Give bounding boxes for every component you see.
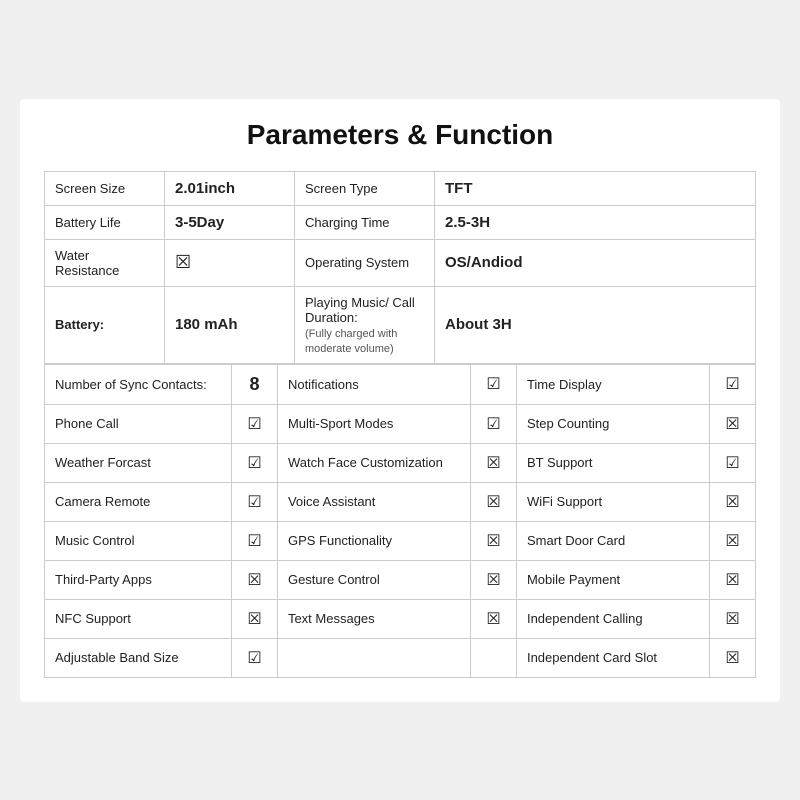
spec-value-1: 3-5Day [165, 205, 295, 239]
feature-icon-col2-1: ☑ [471, 404, 517, 443]
feature-name-col2-0: Notifications [277, 364, 470, 404]
feature-icon-col3-0: ☑ [710, 364, 756, 404]
feature-name-col1-4: Music Control [45, 521, 232, 560]
feature-icon-col2-6: ☒ [471, 599, 517, 638]
feature-name-col3-4: Smart Door Card [516, 521, 709, 560]
spec-label2-3: Playing Music/ Call Duration:(Fully char… [295, 286, 435, 363]
spec-value-3: 180 mAh [165, 286, 295, 363]
feature-icon-col3-2: ☑ [710, 443, 756, 482]
feature-name-col3-2: BT Support [516, 443, 709, 482]
spec-value-2: ☒ [165, 239, 295, 286]
feature-icon-col1-2: ☑ [232, 443, 278, 482]
spec-value2-2: OS/Andiod [435, 239, 756, 286]
feature-name-col3-5: Mobile Payment [516, 560, 709, 599]
feature-name-col3-6: Independent Calling [516, 599, 709, 638]
feature-name-col3-0: Time Display [516, 364, 709, 404]
feature-icon-col2-3: ☒ [471, 482, 517, 521]
features-table: Number of Sync Contacts:8Notifications☑T… [44, 364, 756, 678]
feature-icon-col1-6: ☒ [232, 599, 278, 638]
page-title: Parameters & Function [44, 119, 756, 151]
feature-icon-col3-6: ☒ [710, 599, 756, 638]
feature-name-col1-3: Camera Remote [45, 482, 232, 521]
feature-icon-col1-5: ☒ [232, 560, 278, 599]
feature-icon-col3-4: ☒ [710, 521, 756, 560]
feature-icon-col3-5: ☒ [710, 560, 756, 599]
feature-name-col2-3: Voice Assistant [277, 482, 470, 521]
specs-table: Screen Size2.01inchScreen TypeTFT Battery… [44, 171, 756, 364]
feature-icon-col1-1: ☑ [232, 404, 278, 443]
feature-name-col3-1: Step Counting [516, 404, 709, 443]
spec-label2-2: Operating System [295, 239, 435, 286]
parameters-card: Parameters & Function Screen Size2.01inc… [20, 99, 780, 702]
spec-label2-1: Charging Time [295, 205, 435, 239]
feature-name-col2-1: Multi-Sport Modes [277, 404, 470, 443]
spec-label2-0: Screen Type [295, 171, 435, 205]
feature-icon-col2-0: ☑ [471, 364, 517, 404]
spec-value2-0: TFT [435, 171, 756, 205]
feature-name-col3-7: Independent Card Slot [516, 638, 709, 677]
feature-icon-col3-1: ☒ [710, 404, 756, 443]
spec-label-2: Water Resistance [45, 239, 165, 286]
feature-name-col1-2: Weather Forcast [45, 443, 232, 482]
spec-value-0: 2.01inch [165, 171, 295, 205]
feature-name-col1-7: Adjustable Band Size [45, 638, 232, 677]
spec-label-3: Battery: [45, 286, 165, 363]
feature-icon-col2-2: ☒ [471, 443, 517, 482]
spec-label-1: Battery Life [45, 205, 165, 239]
spec-value2-3: About 3H [435, 286, 756, 363]
feature-icon-col1-7: ☑ [232, 638, 278, 677]
feature-name-col1-1: Phone Call [45, 404, 232, 443]
feature-icon-col2-5: ☒ [471, 560, 517, 599]
spec-value2-1: 2.5-3H [435, 205, 756, 239]
feature-name-col1-6: NFC Support [45, 599, 232, 638]
feature-icon-col2-7 [471, 638, 517, 677]
feature-name-col2-6: Text Messages [277, 599, 470, 638]
feature-icon-col1-4: ☑ [232, 521, 278, 560]
spec-label-0: Screen Size [45, 171, 165, 205]
feature-icon-col1-0: 8 [232, 364, 278, 404]
feature-name-col2-7 [277, 638, 470, 677]
feature-icon-col3-7: ☒ [710, 638, 756, 677]
feature-icon-col3-3: ☒ [710, 482, 756, 521]
feature-icon-col2-4: ☒ [471, 521, 517, 560]
feature-name-col1-0: Number of Sync Contacts: [45, 364, 232, 404]
feature-name-col2-2: Watch Face Customization [277, 443, 470, 482]
feature-name-col1-5: Third-Party Apps [45, 560, 232, 599]
feature-name-col2-4: GPS Functionality [277, 521, 470, 560]
feature-icon-col1-3: ☑ [232, 482, 278, 521]
feature-name-col3-3: WiFi Support [516, 482, 709, 521]
feature-name-col2-5: Gesture Control [277, 560, 470, 599]
